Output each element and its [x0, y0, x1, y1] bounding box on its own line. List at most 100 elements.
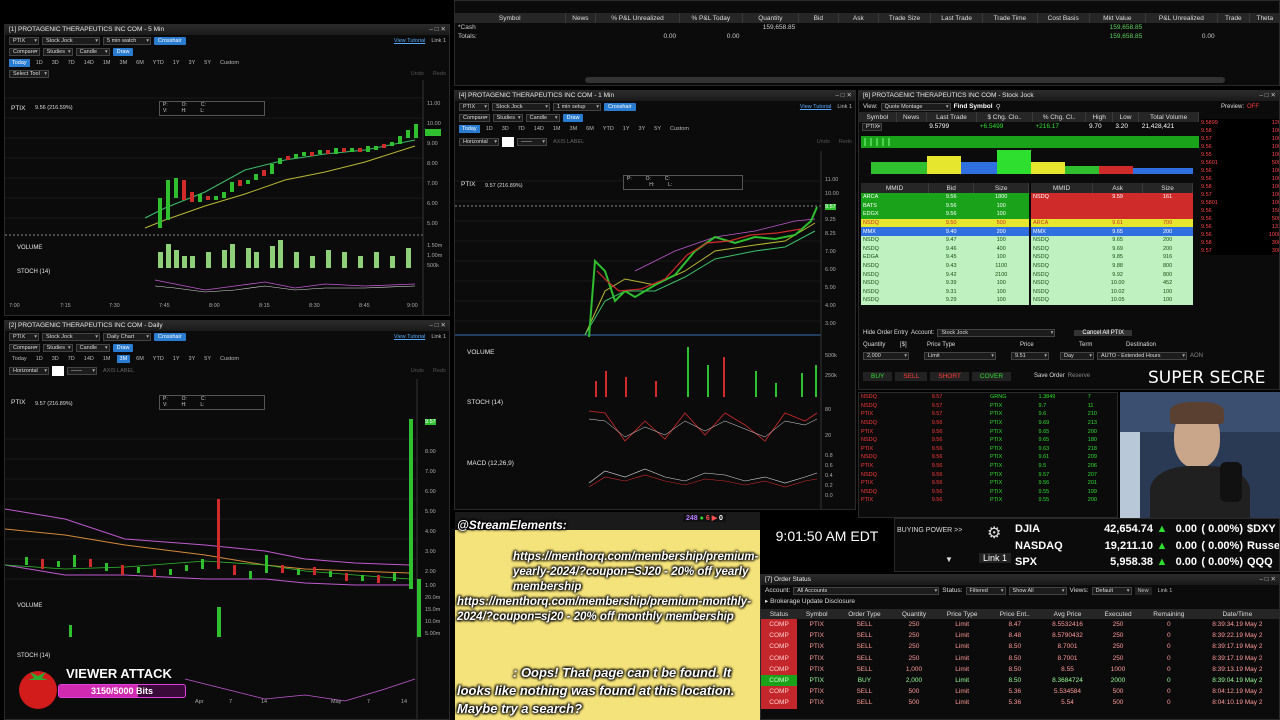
bid-row[interactable]: NSDQ 9.31 100	[861, 287, 1029, 297]
table-row[interactable]: COMP PTIX SELL 250 Limit 8.50 8.7001 250 0 8:39:1…	[761, 641, 1279, 653]
account-select[interactable]: Stock Jock	[937, 329, 1056, 337]
symbol-select[interactable]: PTIX	[9, 36, 39, 45]
col-header[interactable]: Bid	[798, 13, 839, 23]
period-ytd[interactable]: YTD	[600, 125, 617, 133]
link-select[interactable]: Link 1	[1155, 587, 1176, 595]
horizontal-scrollbar[interactable]	[585, 77, 1225, 83]
period-1d[interactable]: 1D	[33, 59, 46, 67]
index-row[interactable]: DJIA 42,654.74 ▲ 0.00( 0.00%) $DXY	[1015, 521, 1279, 538]
view-select[interactable]: Quote Montage	[880, 102, 951, 111]
ask-row[interactable]: NSDQ 9.92 800	[1031, 270, 1193, 279]
redo-button[interactable]: Redo	[430, 367, 449, 375]
period-1m[interactable]: 1M	[550, 125, 564, 133]
studies-select[interactable]: Studies	[42, 47, 73, 56]
col-header[interactable]: Symbol	[455, 13, 566, 23]
col-header[interactable]: Executed	[1094, 609, 1142, 619]
new-view-button[interactable]: New	[1134, 586, 1152, 595]
redo-button[interactable]: Redo	[836, 138, 855, 146]
bid-row[interactable]: NSDQ 9.29 100	[861, 296, 1029, 305]
link-select[interactable]: Link 1	[428, 333, 449, 341]
window-controls[interactable]: – □ ✕	[1259, 575, 1276, 585]
tutorial-link[interactable]: View Tutorial	[394, 38, 425, 44]
price-type-select[interactable]: Limit	[924, 352, 996, 360]
col-header[interactable]: Cost Basis	[1037, 13, 1090, 23]
link-select[interactable]: Link 1	[428, 37, 449, 45]
col-header[interactable]: Price Ent..	[988, 609, 1041, 619]
ask-row[interactable]: NSDQ 9.65 200	[1031, 235, 1193, 245]
col-header[interactable]: Ask	[838, 13, 879, 23]
ask-row[interactable]: NSDQ 10.00 452	[1031, 278, 1193, 288]
tutorial-link[interactable]: View Tutorial	[394, 334, 425, 340]
table-row[interactable]: *Cash 159,658.85 159,658.85	[455, 23, 1279, 32]
symbol-input[interactable]: PTIX	[862, 122, 883, 131]
chart-type-select[interactable]: Candle	[75, 343, 110, 352]
table-row[interactable]: COMP PTIX SELL 250 Limit 8.48 8.5790432 250 0 8:3…	[761, 630, 1279, 642]
layout-select[interactable]: Stock Jock	[42, 332, 100, 341]
chart-type-select[interactable]: Candle	[525, 113, 560, 122]
bid-row[interactable]: EDGA 9.45 100	[861, 253, 1029, 262]
period-custom[interactable]: Custom	[217, 59, 242, 67]
interval-select[interactable]: 5 min watch	[103, 36, 151, 45]
period-14d[interactable]: 14D	[81, 355, 97, 363]
symbol-select[interactable]: PTIX	[459, 102, 489, 111]
destination-select[interactable]: AUTO - Extended Hours	[1097, 352, 1187, 360]
bid-row[interactable]: BATS 9.56 100	[861, 201, 1029, 211]
sell-button[interactable]: SELL	[895, 371, 928, 381]
draw-button[interactable]: Draw	[562, 113, 584, 122]
period-ytd[interactable]: YTD	[150, 355, 167, 363]
window-controls[interactable]: – □ ✕	[429, 25, 446, 35]
symbol-select[interactable]: PTIX	[9, 332, 39, 341]
layout-select[interactable]: Stock Jock	[42, 36, 100, 45]
period-3m[interactable]: 3M	[567, 125, 581, 133]
cancel-all-button[interactable]: Cancel All PTIX	[1074, 330, 1133, 336]
col-header[interactable]: Trade	[1217, 13, 1250, 23]
col-header[interactable]: Quantity	[742, 13, 799, 23]
col-header[interactable]: Status	[761, 609, 798, 619]
period-1m[interactable]: 1M	[100, 355, 114, 363]
col-header[interactable]: Price Type	[935, 609, 989, 619]
col-header[interactable]: Symbol	[797, 609, 837, 619]
interval-select[interactable]: Daily Chart	[103, 332, 151, 341]
period-6m[interactable]: 6M	[583, 125, 597, 133]
period-3y[interactable]: 3Y	[186, 59, 199, 67]
crosshair-button[interactable]: Crosshair	[154, 332, 186, 341]
buy-button[interactable]: BUY	[863, 371, 893, 381]
col-header[interactable]: News	[565, 13, 597, 23]
period-5y[interactable]: 5Y	[201, 355, 214, 363]
index-row[interactable]: NASDAQ 19,211.10 ▲ 0.00( 0.00%) Russe	[1015, 538, 1279, 555]
reserve-toggle[interactable]: Reserve	[1068, 373, 1090, 379]
undo-button[interactable]: Undo	[408, 70, 427, 78]
col-header[interactable]: Trade Size	[878, 13, 932, 23]
table-row[interactable]: COMP PTIX SELL 500 Limit 5.36 5.54 500 0 8:04:10.…	[761, 697, 1279, 709]
save-order-toggle[interactable]: Save Order	[1034, 373, 1065, 379]
table-row[interactable]: COMP PTIX SELL 250 Limit 8.47 8.5532416 250 0 8:3…	[761, 619, 1279, 631]
period-5y[interactable]: 5Y	[201, 59, 214, 67]
short-button[interactable]: SHORT	[930, 371, 969, 381]
period-3y[interactable]: 3Y	[186, 355, 199, 363]
studies-select[interactable]: Studies	[492, 113, 523, 122]
compare-select[interactable]: Compare	[9, 47, 40, 56]
period-3m[interactable]: 3M	[117, 59, 131, 67]
bid-row[interactable]: MMX 9.40 200	[861, 227, 1029, 236]
line-style-select[interactable]: ——	[517, 138, 547, 146]
views-select[interactable]: Default	[1091, 586, 1132, 595]
ask-row[interactable]: MMX 9.65 200	[1031, 227, 1193, 236]
col-header[interactable]: Quantity	[892, 609, 936, 619]
search-icon[interactable]: ⚲	[996, 103, 1001, 111]
term-select[interactable]: Day	[1060, 352, 1094, 360]
bid-row[interactable]: NSDQ 9.42 2100	[861, 270, 1029, 279]
redo-button[interactable]: Redo	[430, 70, 449, 78]
period-1y[interactable]: 1Y	[620, 125, 633, 133]
table-row[interactable]: COMP PTIX BUY 2,000 Limit 8.50 8.3684724 2000 0 8…	[761, 674, 1279, 687]
ask-row[interactable]: ARCA 9.61 700	[1031, 218, 1193, 228]
col-header[interactable]: P&L Unrealized	[1145, 13, 1219, 23]
col-header[interactable]: Last Trade	[930, 13, 984, 23]
period-custom[interactable]: Custom	[217, 355, 242, 363]
period-today[interactable]: Today	[9, 355, 30, 363]
crosshair-button[interactable]: Crosshair	[154, 36, 186, 45]
bid-row[interactable]: NSDQ 9.47 100	[861, 235, 1029, 245]
period-1d[interactable]: 1D	[33, 355, 46, 363]
chart-canvas[interactable]	[455, 151, 856, 510]
col-header[interactable]: Date/Time	[1195, 609, 1279, 619]
period-7d[interactable]: 7D	[515, 125, 528, 133]
